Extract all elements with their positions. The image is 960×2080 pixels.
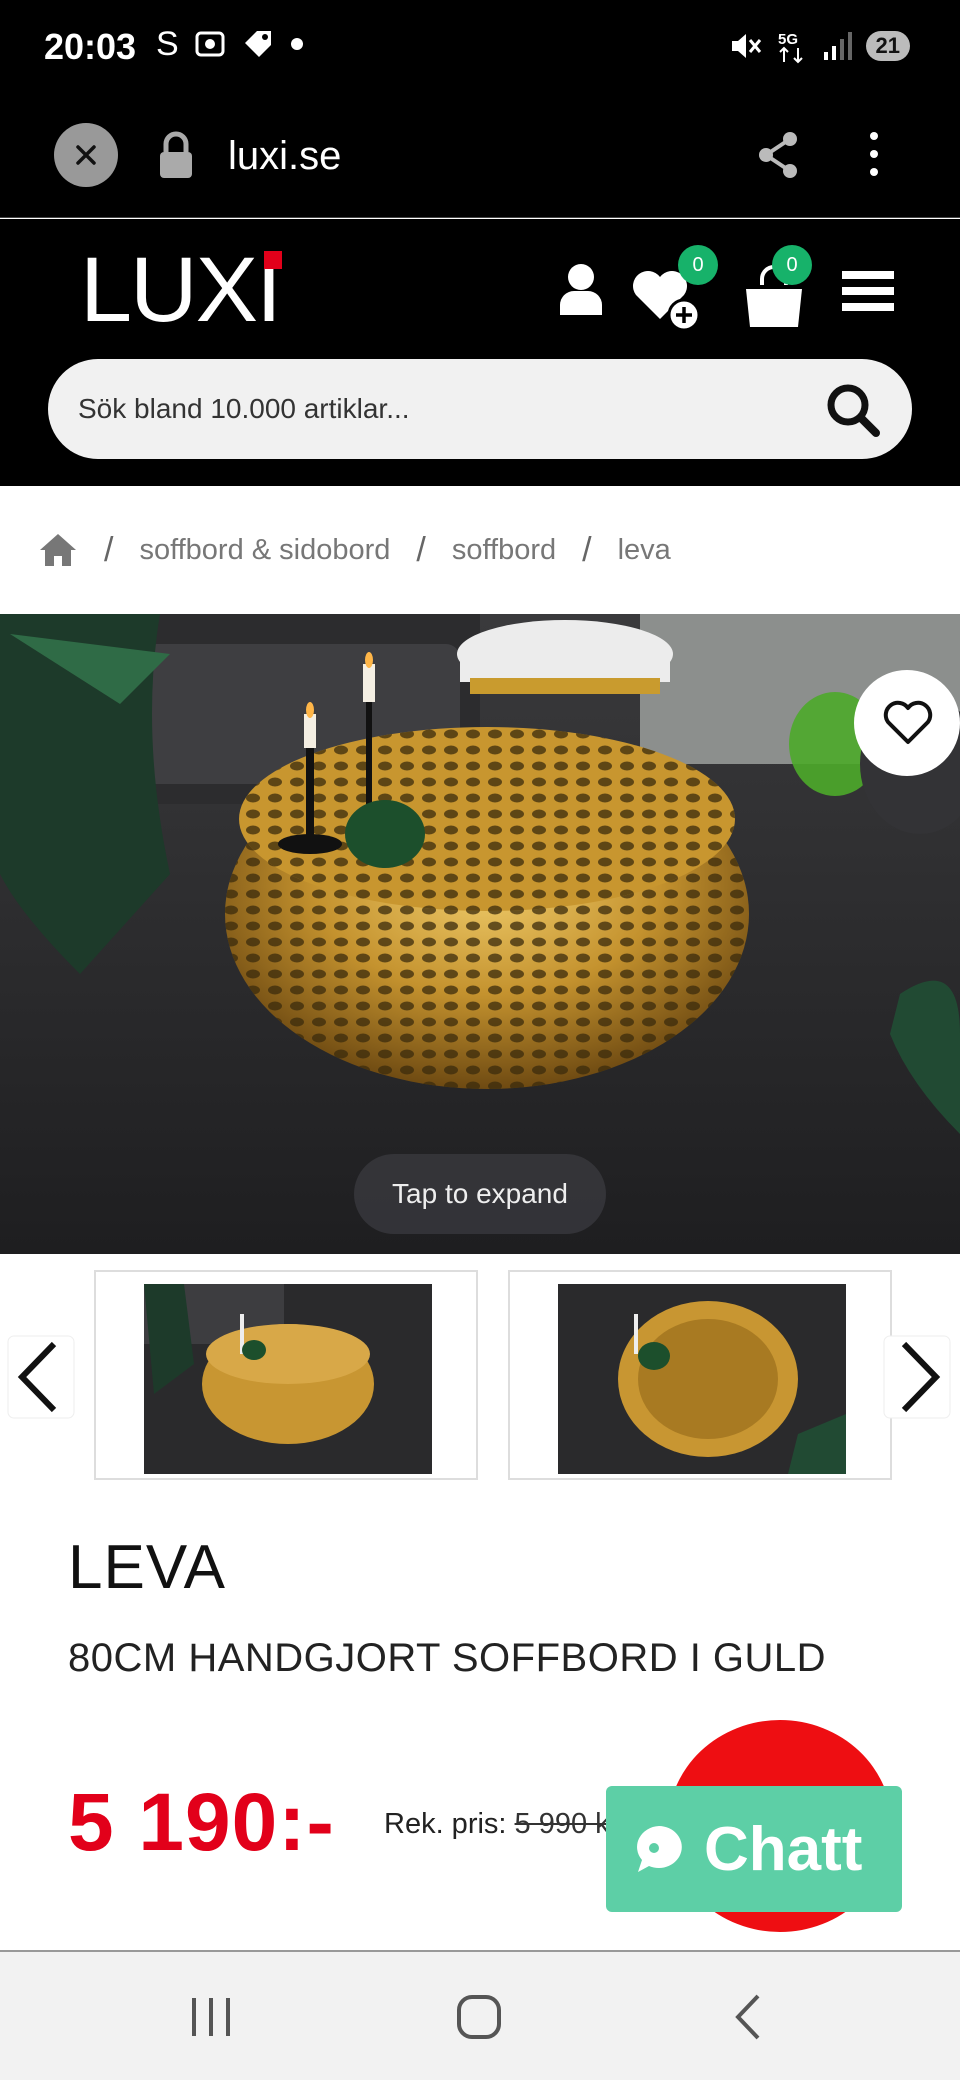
system-navigation-bar — [0, 1950, 960, 2080]
status-bar: 20:03 S 5G 21 — [0, 0, 960, 100]
wishlist-button[interactable]: 0 — [630, 245, 718, 333]
cart-button[interactable]: 0 — [742, 245, 812, 333]
breadcrumb-separator: / — [582, 530, 592, 569]
rek-label: Rek. pris: — [384, 1808, 507, 1840]
thumbnail-2[interactable] — [508, 1270, 892, 1480]
samsung-s-icon: S — [156, 25, 179, 63]
battery-indicator: 21 — [865, 31, 910, 61]
close-tab-button[interactable] — [54, 123, 118, 187]
search-input[interactable] — [78, 385, 778, 433]
back-icon[interactable] — [724, 1992, 774, 2042]
thumbnail-image — [144, 1284, 432, 1474]
hamburger-menu-icon[interactable] — [842, 267, 894, 315]
search-bar — [48, 359, 912, 459]
recommended-price: Rek. pris: 5 990 kr — [384, 1808, 619, 1841]
address-bar[interactable]: luxi.se — [228, 134, 341, 179]
browser-toolbar: luxi.se — [0, 100, 960, 218]
search-icon[interactable] — [824, 381, 882, 439]
5g-icon: 5G — [778, 31, 803, 64]
share-icon[interactable] — [756, 130, 800, 180]
tap-to-expand-label[interactable]: Tap to expand — [354, 1154, 606, 1234]
luxi-logo-mark: LUXI — [80, 239, 282, 341]
site-header: LUXI 0 0 — [0, 219, 960, 486]
lock-icon — [160, 131, 192, 178]
breadcrumb-separator: / — [104, 530, 114, 569]
add-to-favorites-button[interactable] — [854, 670, 960, 776]
chat-label: Chatt — [704, 1814, 863, 1884]
signal-icon — [823, 32, 852, 60]
product-price: 5 190:- — [68, 1777, 335, 1868]
svg-text:5G: 5G — [778, 31, 798, 48]
status-right-icons: 5G 21 — [728, 28, 910, 64]
breadcrumb-item-soffbord[interactable]: soffbord — [452, 534, 556, 567]
status-time: 20:03 — [44, 26, 137, 67]
product-brand: LEVA — [68, 1533, 226, 1602]
home-icon[interactable] — [38, 532, 78, 568]
thumbnail-image — [558, 1284, 846, 1474]
wishlist-count-badge: 0 — [678, 245, 718, 285]
luxi-logo[interactable]: LUXI — [80, 239, 290, 352]
breadcrumb: / soffbord & sidobord / soffbord / leva — [38, 518, 671, 582]
chevron-left-icon[interactable] — [6, 1334, 76, 1420]
thumbnail-1[interactable] — [94, 1270, 478, 1480]
recent-apps-icon[interactable] — [186, 1992, 236, 2042]
more-options-icon[interactable] — [862, 126, 886, 186]
home-nav-icon[interactable] — [454, 1992, 504, 2042]
svg-text:LUXI: LUXI — [80, 243, 280, 333]
breadcrumb-separator: / — [416, 530, 426, 569]
mute-icon — [731, 34, 761, 58]
tag-icon — [244, 31, 271, 57]
chat-bubble-icon — [637, 1826, 682, 1872]
thumbnail-carousel — [0, 1254, 960, 1484]
screenshot-icon — [195, 31, 225, 57]
breadcrumb-item-soffbord-sidobord[interactable]: soffbord & sidobord — [139, 534, 390, 567]
close-icon — [76, 145, 96, 165]
chat-button[interactable]: Chatt — [606, 1786, 902, 1912]
breadcrumb-item-leva[interactable]: leva — [618, 534, 671, 567]
product-title: 80CM HANDGJORT SOFFBORD I GULD — [68, 1636, 827, 1680]
dot-icon — [290, 38, 303, 50]
cart-count-badge: 0 — [772, 245, 812, 285]
account-icon[interactable] — [556, 261, 606, 317]
heart-icon — [883, 700, 933, 744]
chevron-right-icon[interactable] — [882, 1334, 952, 1420]
status-left-icons: S — [156, 24, 305, 64]
rek-old-price: 5 990 kr — [514, 1808, 620, 1840]
product-main-image[interactable]: Tap to expand — [0, 614, 960, 1254]
